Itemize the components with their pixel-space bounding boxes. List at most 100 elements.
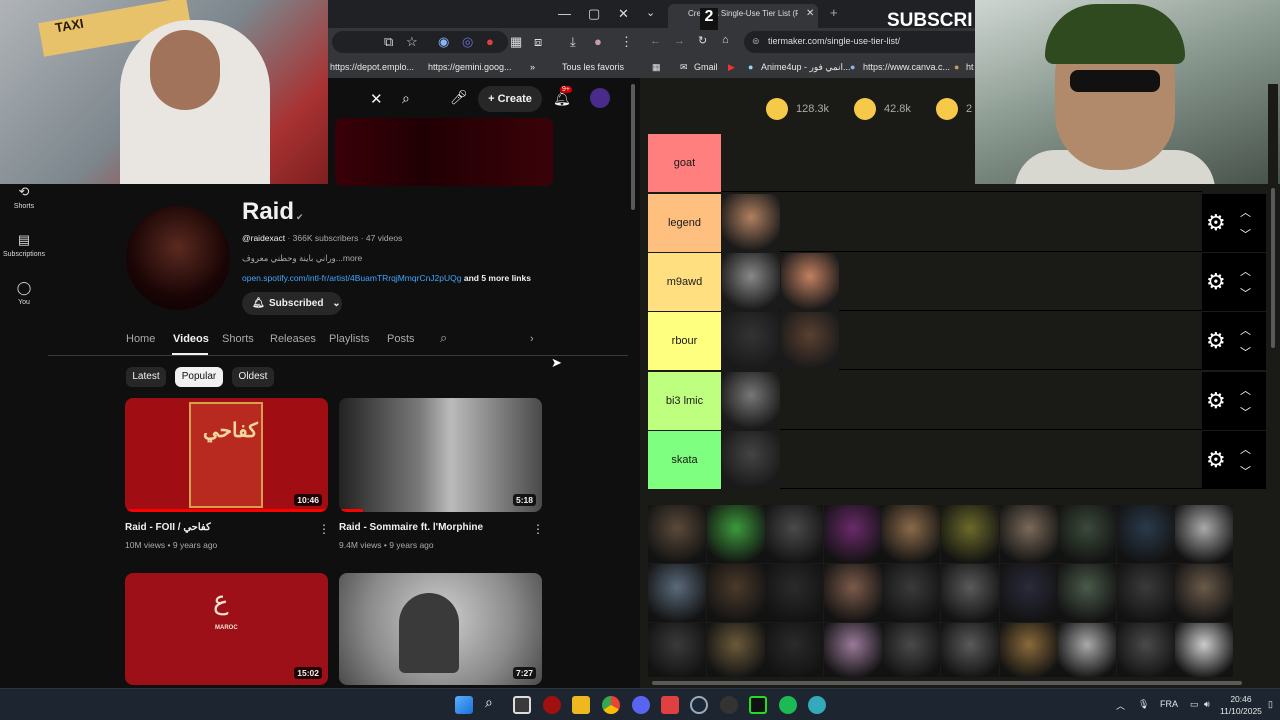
omnibox[interactable]: ⊜ tiermaker.com/single-use-tier-list/ [744, 31, 976, 53]
chrome-icon[interactable] [602, 696, 620, 714]
app-icon[interactable] [543, 696, 561, 714]
pool-item-image[interactable] [823, 505, 882, 563]
channel-description[interactable]: وراني باينة وحطني معروف...more [242, 253, 362, 264]
pool-item-image[interactable] [765, 564, 824, 622]
bookmark-item[interactable]: https://gemini.goog... [428, 62, 512, 72]
pool-item-image[interactable] [706, 505, 765, 563]
profile-icon[interactable]: ● [594, 34, 602, 49]
pool-item-image[interactable] [999, 564, 1058, 622]
horizontal-scrollbar[interactable] [640, 678, 1268, 688]
chevron-up-icon[interactable]: ︿ [1240, 441, 1251, 457]
pool-item-image[interactable] [648, 623, 706, 677]
subscribed-button[interactable]: 🔔︎ Subscribed ⌄ [242, 292, 342, 315]
pool-item-image[interactable] [765, 623, 824, 677]
maximize-icon[interactable]: ▢ [588, 6, 600, 22]
scrollbar[interactable] [630, 84, 636, 684]
site-info-icon[interactable]: ⊜ [752, 36, 760, 47]
tab-home[interactable]: Home [126, 333, 155, 345]
pool-item-image[interactable] [765, 505, 824, 563]
language-indicator[interactable]: FRA [1160, 699, 1178, 709]
pool-item-image[interactable] [1058, 505, 1117, 563]
obs-icon[interactable] [720, 696, 738, 714]
bookmark-item[interactable]: https://depot.emplo... [330, 62, 414, 72]
spotify-icon[interactable] [779, 696, 797, 714]
pool-item-image[interactable] [1175, 623, 1234, 677]
channel-avatar[interactable] [126, 206, 230, 310]
pool-item-image[interactable] [999, 505, 1058, 563]
pool-item-image[interactable] [1116, 505, 1175, 563]
mic-icon[interactable]: 🎤︎ [450, 89, 468, 106]
pool-item-image[interactable] [648, 564, 706, 622]
channel-link[interactable]: open.spotify.com/intl-fr/artist/4BuamTRr… [242, 273, 462, 283]
create-button[interactable]: + Create [478, 86, 542, 112]
bookmark-item[interactable]: ht [966, 62, 974, 72]
sidebar-item-subscriptions[interactable]: ▤ Subscriptions [0, 232, 48, 258]
tab-posts[interactable]: Posts [387, 333, 415, 345]
tier-item-image[interactable] [781, 312, 839, 370]
tier-label[interactable]: m9awd [648, 253, 721, 311]
gear-icon[interactable]: ⚙ [1206, 328, 1226, 354]
video-title[interactable]: Raid - Sommaire ft. l'Morphine [339, 522, 483, 533]
star-icon[interactable]: ☆ [406, 34, 418, 50]
tier-label[interactable]: legend [648, 194, 721, 252]
pool-item-image[interactable] [823, 564, 882, 622]
pool-item-image[interactable] [882, 623, 941, 677]
tab-shorts[interactable]: Shorts [222, 333, 254, 345]
tier-label[interactable]: goat [648, 134, 721, 192]
url-text[interactable]: tiermaker.com/single-use-tier-list/ [768, 36, 900, 46]
menu-icon[interactable]: ⋮ [620, 34, 633, 50]
gear-icon[interactable]: ⚙ [1206, 210, 1226, 236]
mic-icon[interactable]: 🎙︎ [1138, 699, 1149, 710]
task-view-icon[interactable] [513, 696, 531, 714]
sidebar-item-you[interactable]: ◯ You [0, 280, 48, 306]
tier-label[interactable]: bi3 lmic [648, 372, 721, 430]
file-explorer-icon[interactable] [572, 696, 590, 714]
pool-item-image[interactable] [648, 505, 706, 563]
extension-icon[interactable]: ▦ [510, 34, 522, 50]
pool-item-image[interactable] [1175, 505, 1234, 563]
pool-item-image[interactable] [1058, 623, 1117, 677]
chevron-up-icon[interactable]: ︿ [1240, 322, 1251, 338]
tier-item-image[interactable] [722, 431, 780, 489]
chevron-up-icon[interactable]: ︿ [1240, 204, 1251, 220]
chevron-right-icon[interactable]: › [530, 333, 534, 345]
more-options-icon[interactable]: ⋮ [318, 522, 330, 536]
notifications-icon[interactable]: ▯ [1268, 699, 1273, 710]
sidebar-item-shorts[interactable]: ⟲ Shorts [0, 184, 48, 210]
tier-item-image[interactable] [722, 372, 780, 430]
more-links[interactable]: and 5 more links [462, 273, 531, 283]
tier-row[interactable]: skata [648, 431, 1202, 489]
home-icon[interactable]: ⌂ [722, 34, 729, 46]
pool-item-image[interactable] [823, 623, 882, 677]
chip-latest[interactable]: Latest [126, 367, 166, 387]
more-options-icon[interactable]: ⋮ [532, 522, 544, 536]
chevron-down-icon[interactable]: ﹀ [1240, 463, 1251, 479]
apps-icon[interactable]: ▦ [652, 62, 661, 73]
avatar[interactable] [590, 88, 610, 108]
youtube-address-bar[interactable]: ⧉ ☆ ◉ ◎ ● ▦ ⧈ ⤓ ● ⋮ [328, 28, 640, 56]
chevron-down-icon[interactable]: ﹀ [1240, 226, 1251, 242]
clear-search-icon[interactable]: ✕ [370, 90, 383, 108]
pool-item-image[interactable] [1175, 564, 1234, 622]
app-icon[interactable] [749, 696, 767, 714]
pool-item-image[interactable] [882, 505, 941, 563]
steam-icon[interactable] [690, 696, 708, 714]
back-icon[interactable]: ← [650, 35, 661, 47]
video-thumbnail[interactable]: 7:27 [339, 573, 542, 685]
extension-icon[interactable]: ● [486, 34, 494, 49]
new-tab-icon[interactable]: + [830, 5, 838, 20]
discord-icon[interactable] [632, 696, 650, 714]
app-icon[interactable] [808, 696, 826, 714]
extension-icon[interactable]: ◉ [438, 34, 449, 50]
pool-item-image[interactable] [706, 564, 765, 622]
chevron-right-icon[interactable]: » [530, 62, 535, 72]
close-icon[interactable]: ✕ [806, 8, 814, 19]
tier-label[interactable]: rbour [648, 312, 721, 370]
chevron-up-icon[interactable]: ︿ [1116, 699, 1125, 712]
minimize-icon[interactable]: — [558, 6, 571, 21]
pool-item-image[interactable] [1116, 564, 1175, 622]
chevron-down-icon[interactable]: ﹀ [1240, 404, 1251, 420]
pool-item-image[interactable] [941, 505, 999, 563]
tab-releases[interactable]: Releases [270, 333, 316, 345]
reload-icon[interactable]: ↻ [698, 34, 707, 47]
